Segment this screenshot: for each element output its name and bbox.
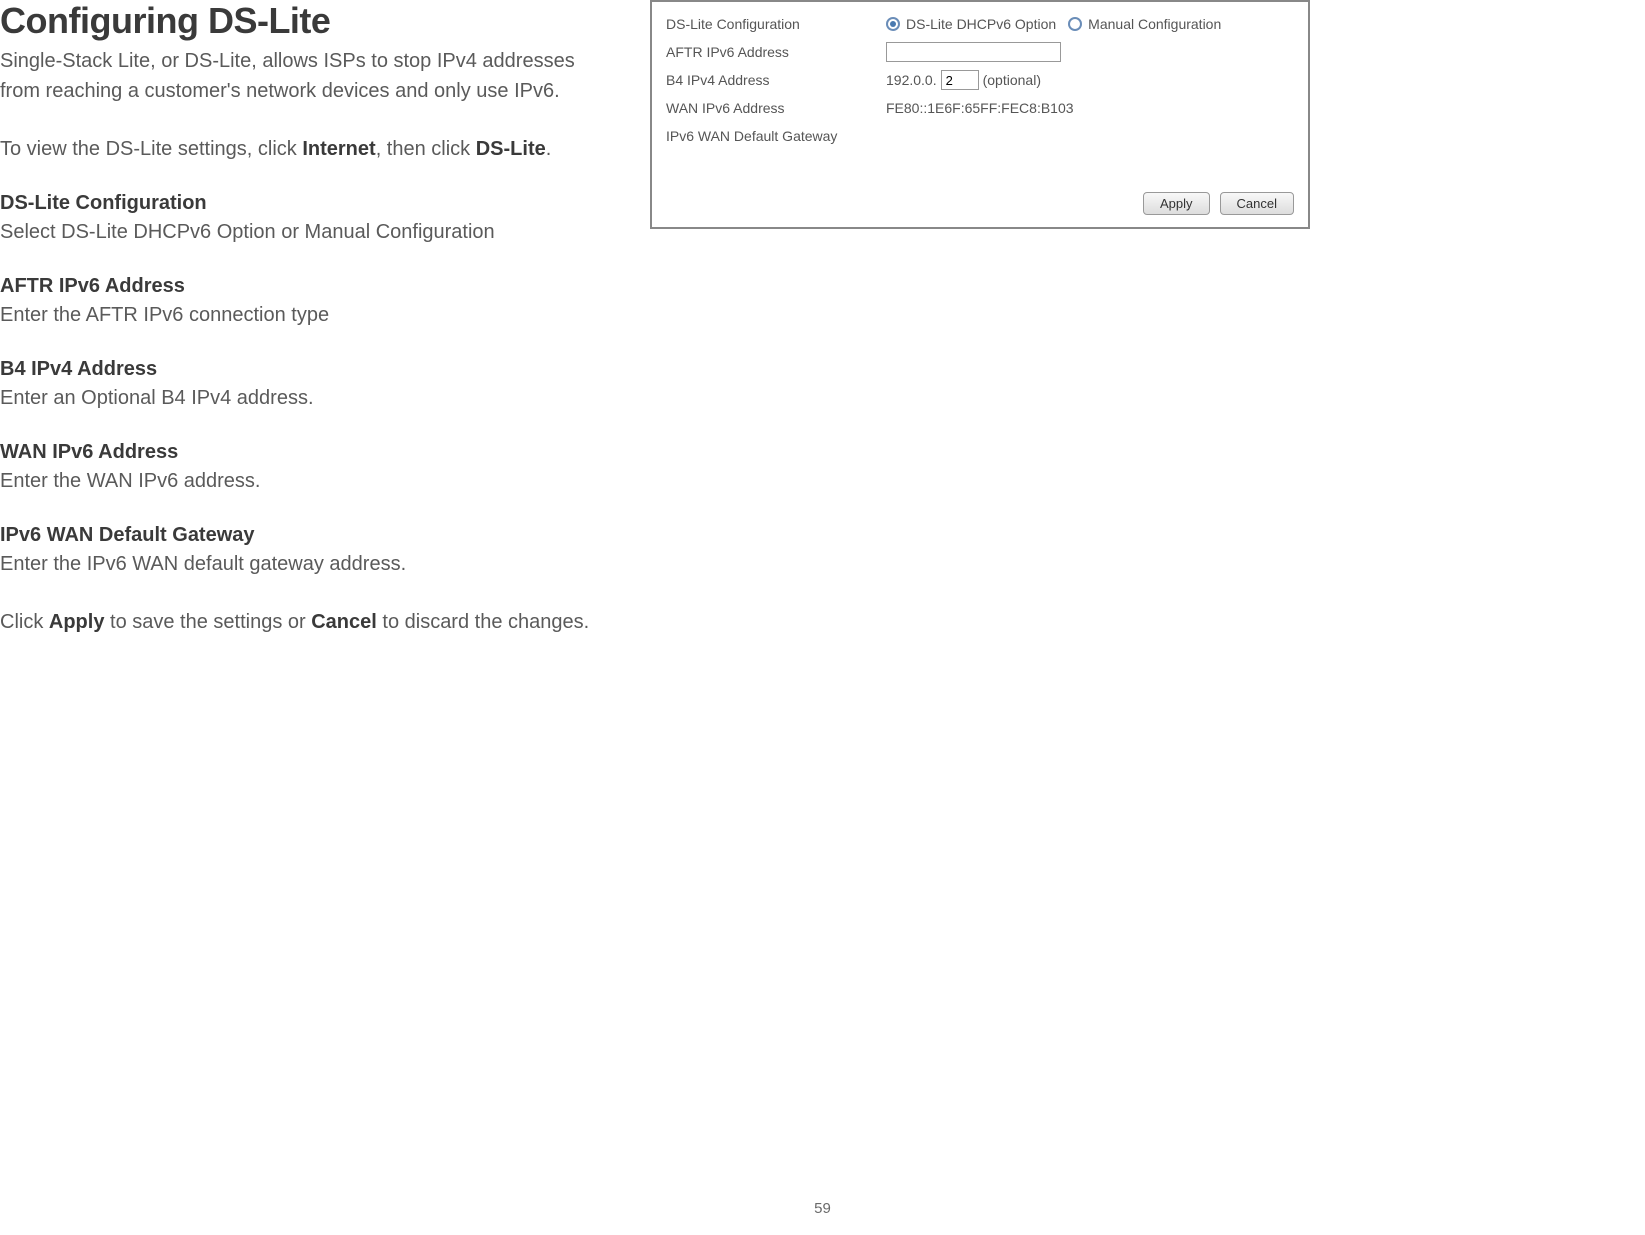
b4-prefix: 192.0.0.	[886, 72, 937, 88]
nav-dslite: DS-Lite	[476, 138, 546, 160]
section-aftr-title: AFTR IPv6 Address	[0, 275, 620, 298]
radio-manual-label: Manual Configuration	[1088, 16, 1221, 32]
section-wan-title: WAN IPv6 Address	[0, 441, 620, 464]
label-wan: WAN IPv6 Address	[666, 100, 886, 116]
cancel-button[interactable]: Cancel	[1220, 192, 1294, 215]
section-aftr-desc: Enter the AFTR IPv6 connection type	[0, 300, 620, 330]
footer-prefix: Click	[0, 611, 49, 633]
nav-internet: Internet	[302, 138, 375, 160]
section-config-desc: Select DS-Lite DHCPv6 Option or Manual C…	[0, 217, 620, 247]
section-gw-desc: Enter the IPv6 WAN default gateway addre…	[0, 549, 620, 579]
apply-button[interactable]: Apply	[1143, 192, 1210, 215]
page-number: 59	[814, 1200, 831, 1217]
radio-manual[interactable]	[1068, 17, 1082, 31]
radio-dhcpv6[interactable]	[886, 17, 900, 31]
intro-text: Single-Stack Lite, or DS-Lite, allows IS…	[0, 46, 620, 106]
nav-mid: , then click	[376, 138, 476, 160]
b4-octet-input[interactable]	[941, 70, 979, 90]
section-b4-title: B4 IPv4 Address	[0, 358, 620, 381]
footer-suffix: to discard the changes.	[377, 611, 589, 633]
label-config: DS-Lite Configuration	[666, 16, 886, 32]
wan-value: FE80::1E6F:65FF:FEC8:B103	[886, 100, 1074, 116]
section-b4-desc: Enter an Optional B4 IPv4 address.	[0, 383, 620, 413]
aftr-input[interactable]	[886, 42, 1061, 62]
config-panel: DS-Lite Configuration DS-Lite DHCPv6 Opt…	[650, 0, 1310, 229]
footer-instruction: Click Apply to save the settings or Canc…	[0, 607, 620, 637]
radio-dhcpv6-label: DS-Lite DHCPv6 Option	[906, 16, 1056, 32]
section-config-title: DS-Lite Configuration	[0, 192, 620, 215]
footer-mid: to save the settings or	[104, 611, 311, 633]
section-wan-desc: Enter the WAN IPv6 address.	[0, 466, 620, 496]
page-title: Configuring DS-Lite	[0, 0, 620, 42]
footer-cancel: Cancel	[311, 611, 377, 633]
nav-prefix: To view the DS-Lite settings, click	[0, 138, 302, 160]
nav-suffix: .	[546, 138, 552, 160]
label-aftr: AFTR IPv6 Address	[666, 44, 886, 60]
b4-suffix: (optional)	[983, 72, 1041, 88]
section-gw-title: IPv6 WAN Default Gateway	[0, 524, 620, 547]
footer-apply: Apply	[49, 611, 105, 633]
label-gw: IPv6 WAN Default Gateway	[666, 128, 886, 144]
nav-instruction: To view the DS-Lite settings, click Inte…	[0, 134, 620, 164]
label-b4: B4 IPv4 Address	[666, 72, 886, 88]
